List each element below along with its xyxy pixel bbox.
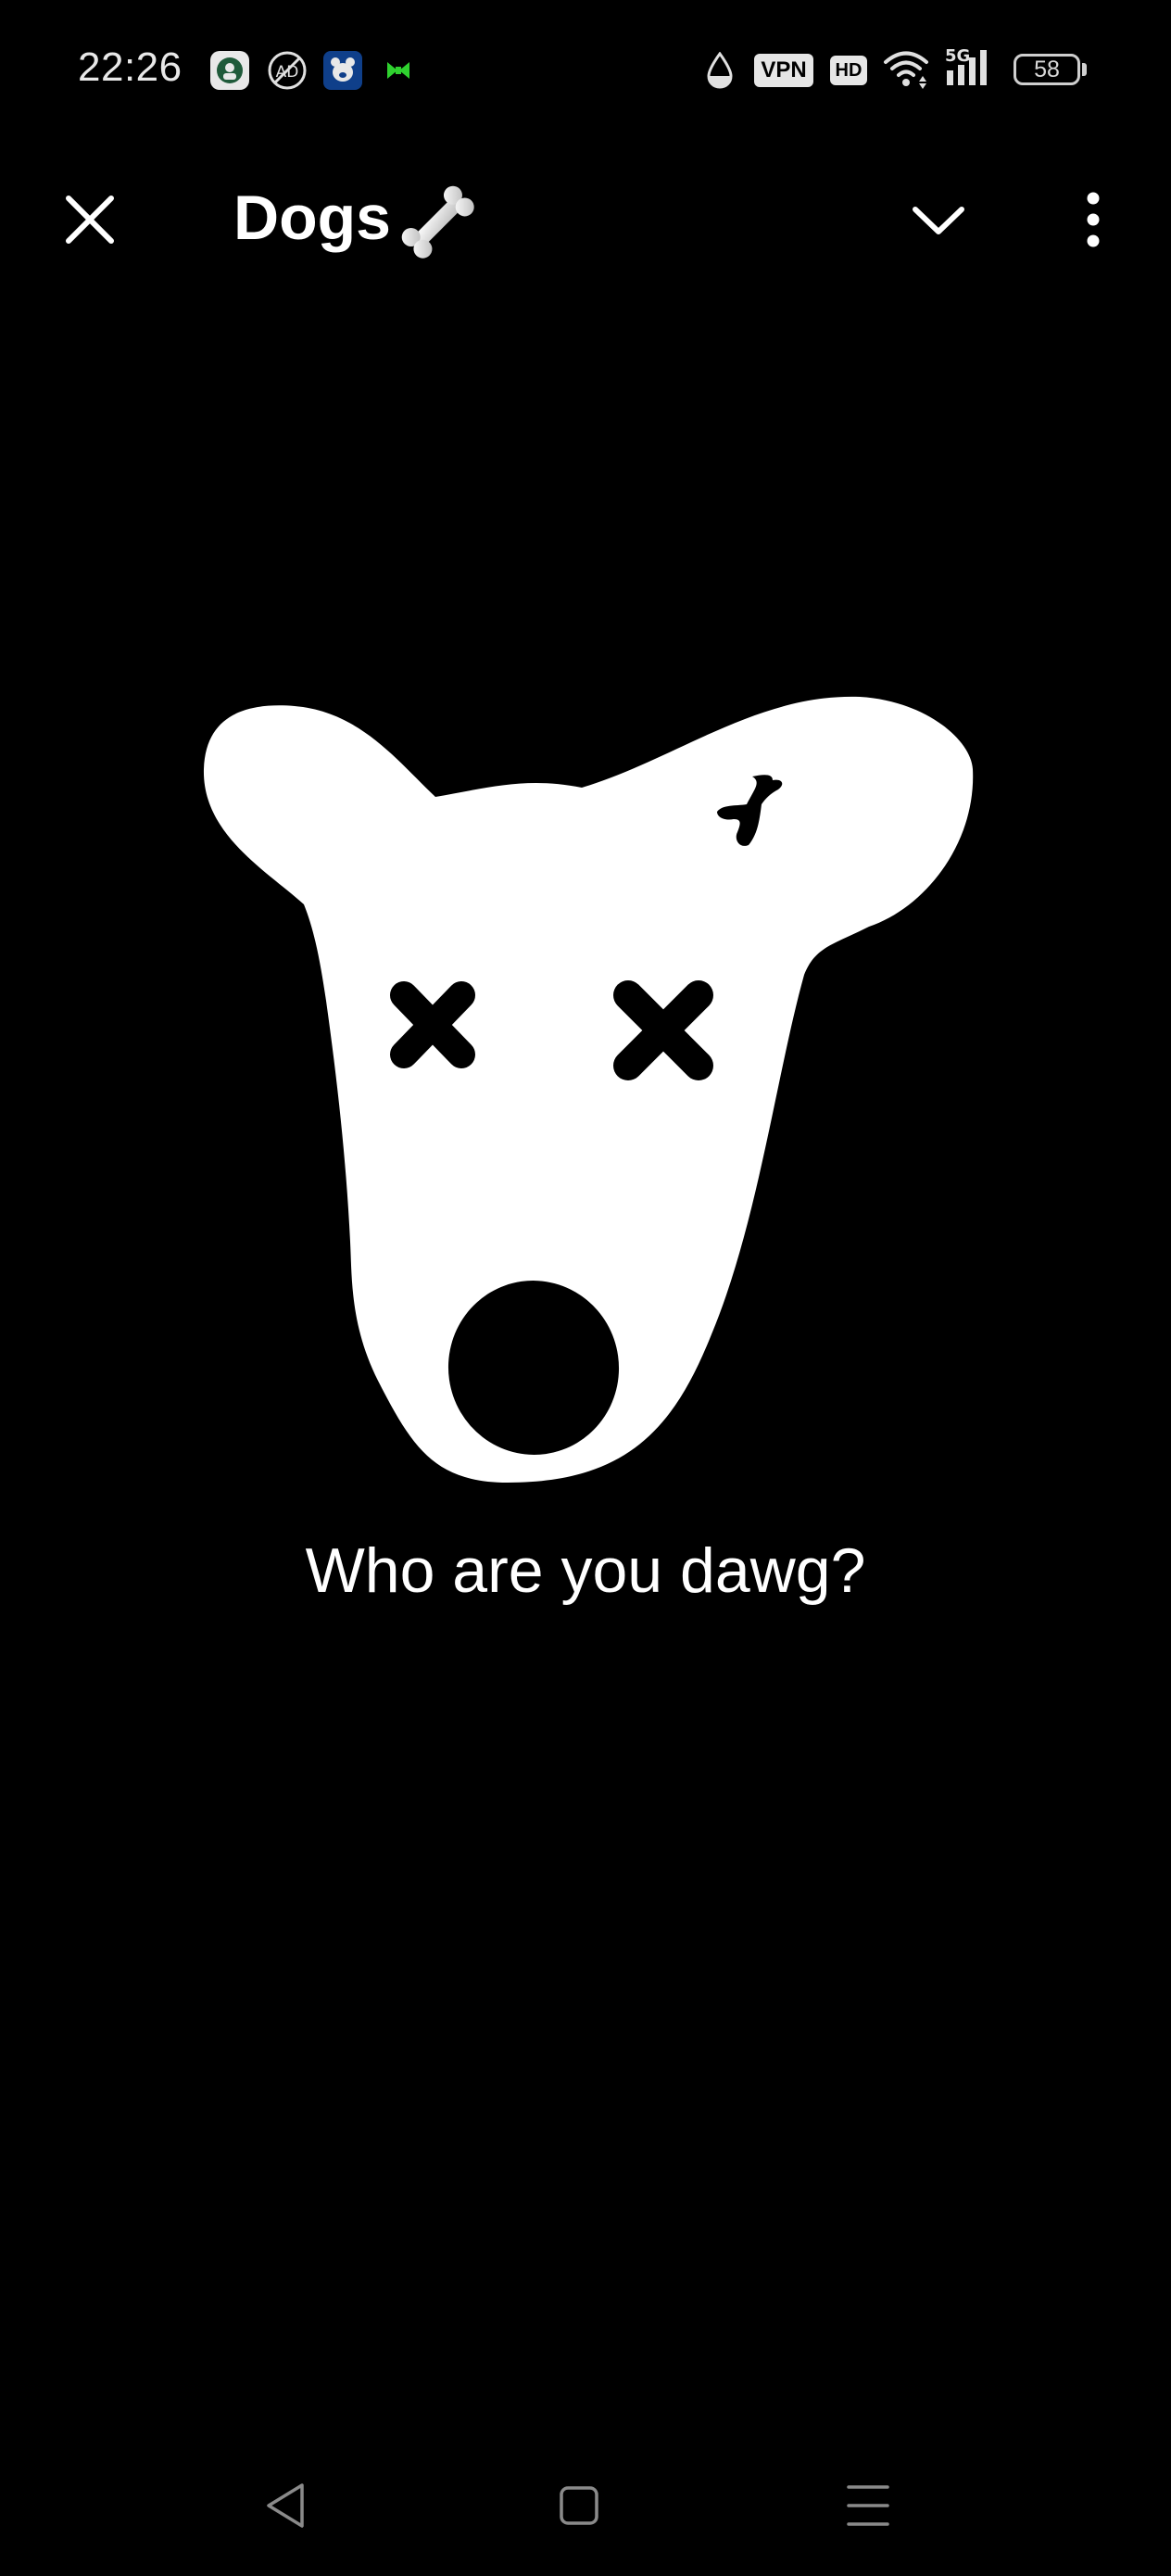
bow-app-icon xyxy=(385,59,411,82)
close-button[interactable] xyxy=(56,185,124,254)
battery-level: 58 xyxy=(1034,57,1060,82)
close-icon xyxy=(66,196,114,244)
wifi-icon xyxy=(882,48,930,89)
recents-menu-icon xyxy=(847,2485,889,2526)
data-saver-icon xyxy=(706,52,734,89)
bear-app-icon xyxy=(322,50,363,91)
status-bar: 22:26 AD xyxy=(0,0,1171,139)
battery-tip xyxy=(1082,63,1087,76)
back-triangle-icon xyxy=(267,2483,304,2528)
back-button[interactable] xyxy=(261,2480,311,2532)
status-time: 22:26 xyxy=(78,44,183,90)
app-bar xyxy=(0,158,1171,287)
vpn-icon: VPN xyxy=(754,54,813,87)
empty-state-message: Who are you dawg? xyxy=(305,1535,866,1606)
hd-icon: HD xyxy=(830,56,867,85)
more-vertical-icon xyxy=(1087,192,1100,247)
chevron-down-icon xyxy=(913,207,964,234)
cellular-5g-icon: 5G xyxy=(943,44,999,89)
home-square-icon xyxy=(560,2486,598,2525)
dog-face-illustration xyxy=(193,686,978,1492)
home-button[interactable] xyxy=(554,2480,604,2532)
app-notification-icon xyxy=(209,50,250,91)
bone-emoji-icon xyxy=(395,182,480,266)
dropdown-button[interactable] xyxy=(904,191,973,248)
battery-icon: 58 xyxy=(1014,54,1080,85)
network-label: 5G xyxy=(945,46,970,66)
more-options-button[interactable] xyxy=(1071,187,1115,252)
no-ads-icon: AD xyxy=(267,50,308,91)
recents-button[interactable] xyxy=(843,2480,893,2532)
page-title: Dogs xyxy=(233,183,391,253)
